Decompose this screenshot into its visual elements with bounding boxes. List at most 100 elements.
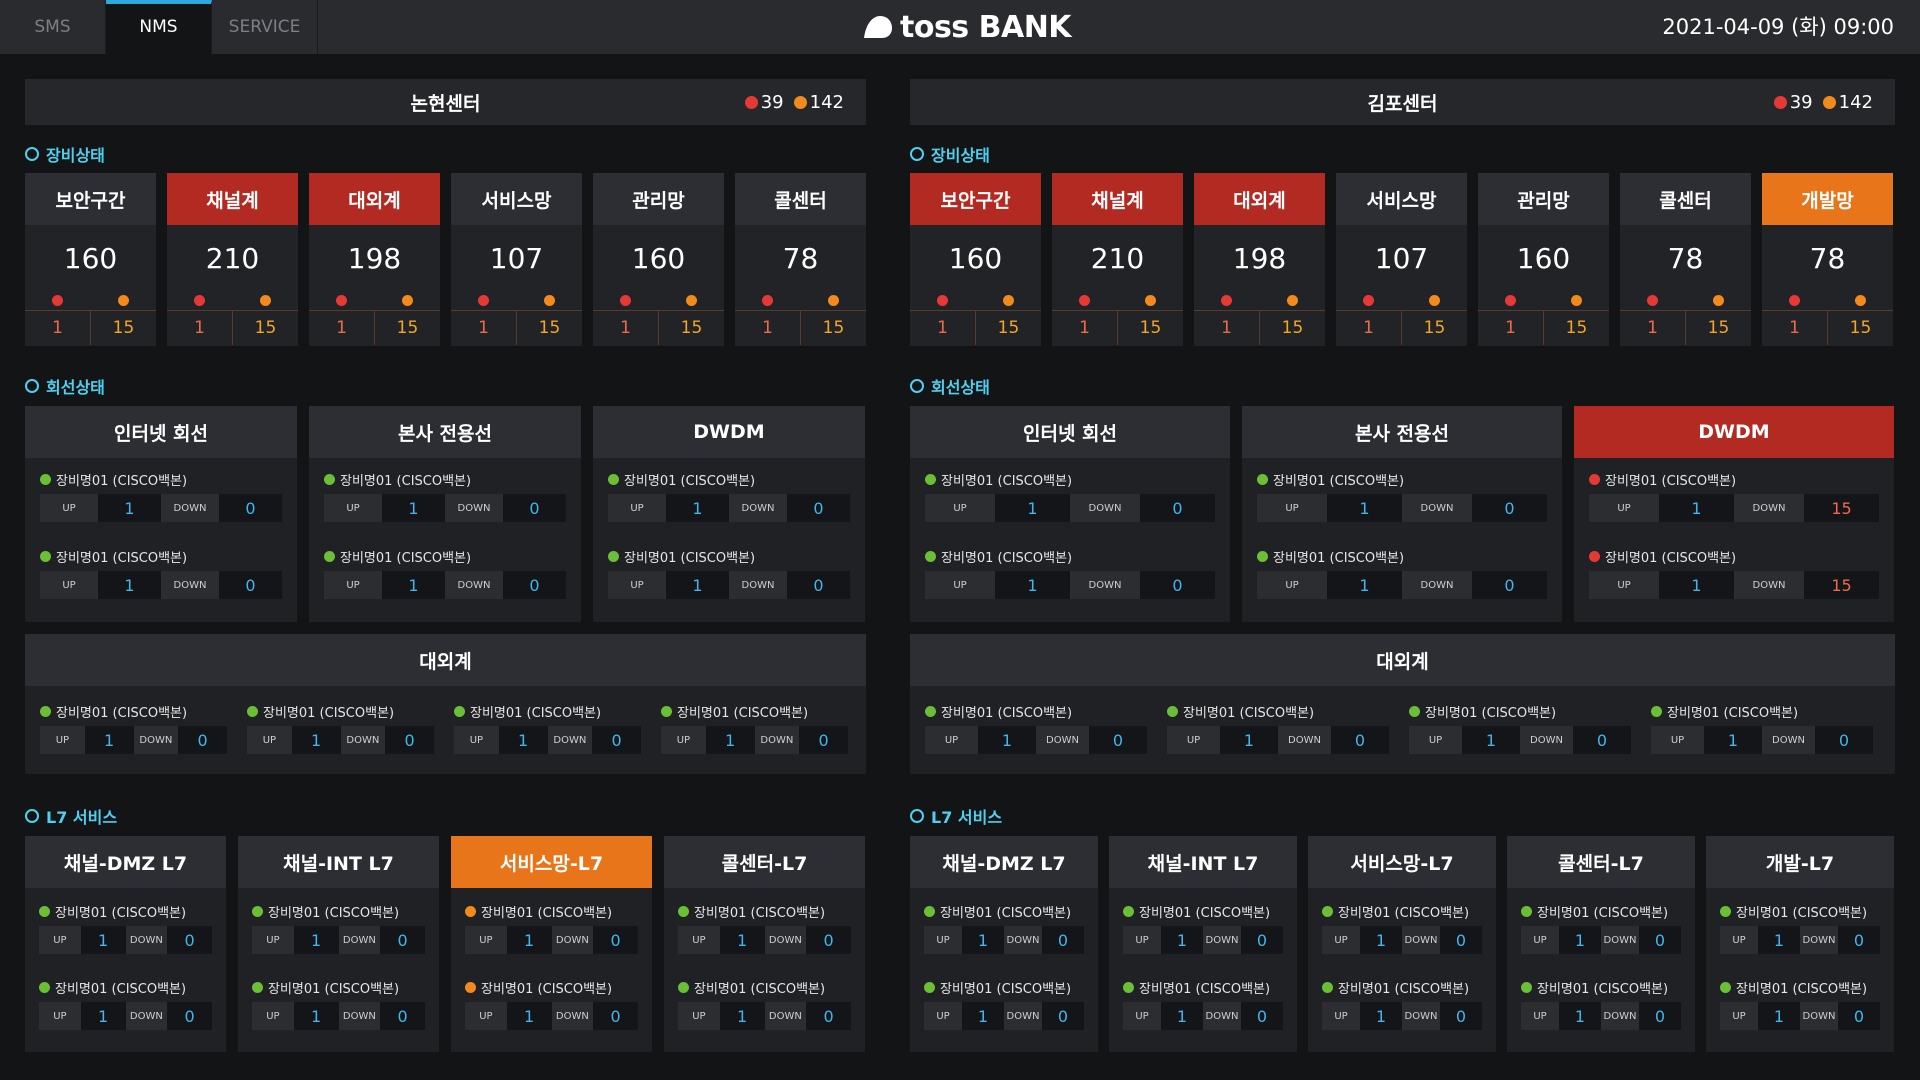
- equipment-tile[interactable]: 보안구간 160 1 15: [25, 173, 156, 346]
- down-value: 0: [1042, 1002, 1084, 1030]
- up-label: UP: [678, 1002, 720, 1030]
- equipment-tile[interactable]: 콜센터 78 1 15: [735, 173, 866, 346]
- device-item[interactable]: 장비명01 (CISCO백본) UP 1 DOWN 0: [1123, 902, 1283, 954]
- tab-service[interactable]: SERVICE: [212, 0, 318, 54]
- device-item[interactable]: 장비명01 (CISCO백본) UP 1 DOWN 0: [465, 978, 638, 1030]
- section-title: L7 서비스: [931, 808, 1003, 827]
- device-item[interactable]: 장비명01 (CISCO백본) UP 1 DOWN 0: [247, 702, 434, 754]
- device-item[interactable]: 장비명01 (CISCO백본) UP 1 DOWN 0: [252, 978, 425, 1030]
- device-item[interactable]: 장비명01 (CISCO백본) UP 1 DOWN 15: [1589, 470, 1879, 522]
- device-item[interactable]: 장비명01 (CISCO백본) UP 1 DOWN 0: [1720, 978, 1880, 1030]
- device-item[interactable]: 장비명01 (CISCO백본) UP 1 DOWN 0: [1521, 902, 1681, 954]
- device-item[interactable]: 장비명01 (CISCO백본) UP 1 DOWN 0: [925, 547, 1215, 599]
- device-item[interactable]: 장비명01 (CISCO백본) UP 1 DOWN 0: [678, 978, 851, 1030]
- device-item[interactable]: 장비명01 (CISCO백본) UP 1 DOWN 0: [1123, 978, 1283, 1030]
- equipment-severity-counts: 1 15: [1052, 311, 1183, 345]
- device-item[interactable]: 장비명01 (CISCO백본) UP 1 DOWN 15: [1589, 547, 1879, 599]
- down-label: DOWN: [338, 1002, 381, 1030]
- device-item[interactable]: 장비명01 (CISCO백본) UP 1 DOWN 0: [924, 902, 1084, 954]
- alarm-critical[interactable]: 39: [1773, 92, 1813, 113]
- equipment-label: 관리망: [593, 173, 724, 225]
- critical-dot-icon: [620, 295, 632, 306]
- device-item[interactable]: 장비명01 (CISCO백본) UP 1 DOWN 0: [40, 547, 282, 599]
- up-down-counter: UP 1 DOWN 0: [1167, 726, 1389, 754]
- device-item[interactable]: 장비명01 (CISCO백본) UP 1 DOWN 0: [924, 978, 1084, 1030]
- up-value: 1: [719, 926, 765, 954]
- equipment-tile[interactable]: 서비스망 107 1 15: [1336, 173, 1467, 346]
- device-item[interactable]: 장비명01 (CISCO백본) UP 1 DOWN 0: [454, 702, 641, 754]
- equipment-tile[interactable]: 대외계 198 1 15: [1194, 173, 1325, 346]
- device-item[interactable]: 장비명01 (CISCO백본) UP 1 DOWN 0: [1720, 902, 1880, 954]
- up-value: 1: [1220, 726, 1278, 754]
- device-item[interactable]: 장비명01 (CISCO백본) UP 1 DOWN 0: [40, 702, 227, 754]
- line-card: DWDM 장비명01 (CISCO백본) UP 1 DOWN 15 장비명01 (CISCO…: [1574, 406, 1894, 622]
- device-status-icon: [924, 981, 935, 993]
- device-item[interactable]: 장비명01 (CISCO백본) UP 1 DOWN 0: [1409, 702, 1631, 754]
- up-down-counter: UP 1 DOWN 0: [39, 1002, 212, 1030]
- tab-nms[interactable]: NMS: [106, 0, 212, 54]
- up-value: 1: [1758, 1002, 1800, 1030]
- equipment-tile[interactable]: 보안구간 160 1 15: [910, 173, 1041, 346]
- device-item[interactable]: 장비명01 (CISCO백본) UP 1 DOWN 0: [661, 702, 848, 754]
- equipment-severity-dots: [309, 291, 440, 311]
- device-item[interactable]: 장비명01 (CISCO백본) UP 1 DOWN 0: [1651, 702, 1873, 754]
- up-value: 1: [1758, 926, 1800, 954]
- up-down-counter: UP 1 DOWN 0: [1409, 726, 1631, 754]
- device-item[interactable]: 장비명01 (CISCO백본) UP 1 DOWN 0: [608, 470, 850, 522]
- major-dot-icon: [1144, 295, 1156, 306]
- device-status-icon: [40, 550, 51, 562]
- device-item[interactable]: 장비명01 (CISCO백본) UP 1 DOWN 0: [678, 902, 851, 954]
- l7-card-title: 채널-INT L7: [238, 836, 439, 888]
- alarm-critical[interactable]: 39: [744, 92, 784, 113]
- device-item[interactable]: 장비명01 (CISCO백본) UP 1 DOWN 0: [39, 978, 212, 1030]
- tab-sms[interactable]: SMS: [0, 0, 106, 54]
- down-value: 0: [1440, 1002, 1482, 1030]
- critical-dot-icon: [1505, 295, 1517, 306]
- equipment-count: 160: [1516, 241, 1571, 275]
- line-card-title: 본사 전용선: [309, 406, 581, 458]
- device-name-row: 장비명01 (CISCO백본): [608, 470, 850, 489]
- device-item[interactable]: 장비명01 (CISCO백본) UP 1 DOWN 0: [465, 902, 638, 954]
- device-item[interactable]: 장비명01 (CISCO백본) UP 1 DOWN 0: [40, 470, 282, 522]
- device-item[interactable]: 장비명01 (CISCO백본) UP 1 DOWN 0: [925, 470, 1215, 522]
- equipment-tile[interactable]: 콜센터 78 1 15: [1620, 173, 1751, 346]
- device-item[interactable]: 장비명01 (CISCO백본) UP 1 DOWN 0: [39, 902, 212, 954]
- device-item[interactable]: 장비명01 (CISCO백본) UP 1 DOWN 0: [1521, 978, 1681, 1030]
- device-status-icon: [465, 905, 476, 917]
- device-status-icon: [40, 705, 51, 717]
- equipment-tile[interactable]: 관리망 160 1 15: [593, 173, 724, 346]
- equipment-tile[interactable]: 채널계 210 1 15: [1052, 173, 1183, 346]
- device-item[interactable]: 장비명01 (CISCO백본) UP 1 DOWN 0: [324, 470, 566, 522]
- up-label: UP: [925, 726, 978, 754]
- equipment-tile[interactable]: 개발망 78 1 15: [1762, 173, 1893, 346]
- device-item[interactable]: 장비명01 (CISCO백본) UP 1 DOWN 0: [252, 902, 425, 954]
- down-value: 0: [1140, 571, 1215, 599]
- device-name: 장비명01 (CISCO백본): [340, 473, 472, 489]
- device-item[interactable]: 장비명01 (CISCO백본) UP 1 DOWN 0: [324, 547, 566, 599]
- device-name: 장비명01 (CISCO백본): [941, 705, 1073, 721]
- device-item[interactable]: 장비명01 (CISCO백본) UP 1 DOWN 0: [608, 547, 850, 599]
- device-name: 장비명01 (CISCO백본): [694, 981, 826, 997]
- device-name: 장비명01 (CISCO백본): [940, 981, 1072, 997]
- equipment-tile[interactable]: 서비스망 107 1 15: [451, 173, 582, 346]
- device-item[interactable]: 장비명01 (CISCO백본) UP 1 DOWN 0: [1257, 547, 1547, 599]
- device-item[interactable]: 장비명01 (CISCO백본) UP 1 DOWN 0: [1257, 470, 1547, 522]
- device-item[interactable]: 장비명01 (CISCO백본) UP 1 DOWN 0: [1322, 978, 1482, 1030]
- down-label: DOWN: [1402, 1002, 1440, 1030]
- equipment-tile[interactable]: 관리망 160 1 15: [1478, 173, 1609, 346]
- alarm-major[interactable]: 142: [1822, 92, 1873, 113]
- equipment-count: 78: [782, 241, 819, 275]
- device-name-row: 장비명01 (CISCO백본): [924, 978, 1084, 997]
- equipment-tile[interactable]: 채널계 210 1 15: [167, 173, 298, 346]
- device-item[interactable]: 장비명01 (CISCO백본) UP 1 DOWN 0: [1322, 902, 1482, 954]
- alarm-major[interactable]: 142: [793, 92, 844, 113]
- device-item[interactable]: 장비명01 (CISCO백본) UP 1 DOWN 0: [1167, 702, 1389, 754]
- down-value: 0: [503, 494, 566, 522]
- device-item[interactable]: 장비명01 (CISCO백본) UP 1 DOWN 0: [925, 702, 1147, 754]
- alarm-summary: 39 142: [1773, 79, 1873, 125]
- down-label: DOWN: [1402, 494, 1472, 522]
- device-status-icon: [925, 705, 936, 717]
- up-value: 1: [80, 1002, 126, 1030]
- equipment-tile[interactable]: 대외계 198 1 15: [309, 173, 440, 346]
- up-label: UP: [1123, 926, 1161, 954]
